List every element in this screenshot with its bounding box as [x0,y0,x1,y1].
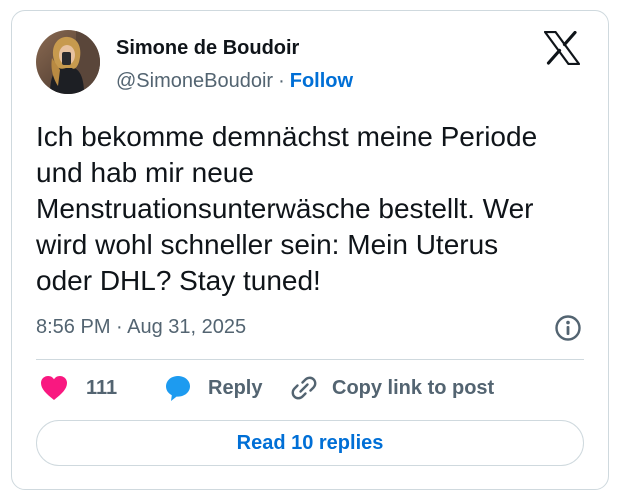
author-name[interactable]: Simone de Boudoir [116,36,299,60]
like-count: 111 [86,376,118,399]
x-logo-icon[interactable] [543,30,581,66]
separator-dot: · [278,70,285,92]
reply-label: Reply [208,376,263,399]
author-handle-row: @SimoneBoudoir · Follow [116,69,353,93]
copy-link-label: Copy link to post [332,376,495,399]
info-icon[interactable] [554,314,582,342]
tweet-card: Simone de Boudoir @SimoneBoudoir · Follow … [11,10,609,490]
speech-bubble-icon [164,374,192,402]
avatar[interactable] [36,30,100,94]
follow-button[interactable]: Follow [290,70,353,92]
link-icon [290,374,318,402]
reply-button[interactable]: Reply [164,373,262,403]
read-replies-button[interactable]: Read 10 replies [36,420,584,466]
timestamp[interactable]: 8:56 PM · Aug 31, 2025 [36,315,246,339]
copy-link-button[interactable]: Copy link to post [290,373,494,403]
like-button[interactable]: 111 [40,373,117,403]
author-handle[interactable]: @SimoneBoudoir [116,70,273,92]
heart-icon [40,375,68,401]
tweet-text: Ich bekomme demnächst meine Periode und … [36,121,538,296]
divider [36,359,584,360]
avatar-photo [36,30,100,94]
read-replies-label: Read 10 replies [236,431,384,454]
